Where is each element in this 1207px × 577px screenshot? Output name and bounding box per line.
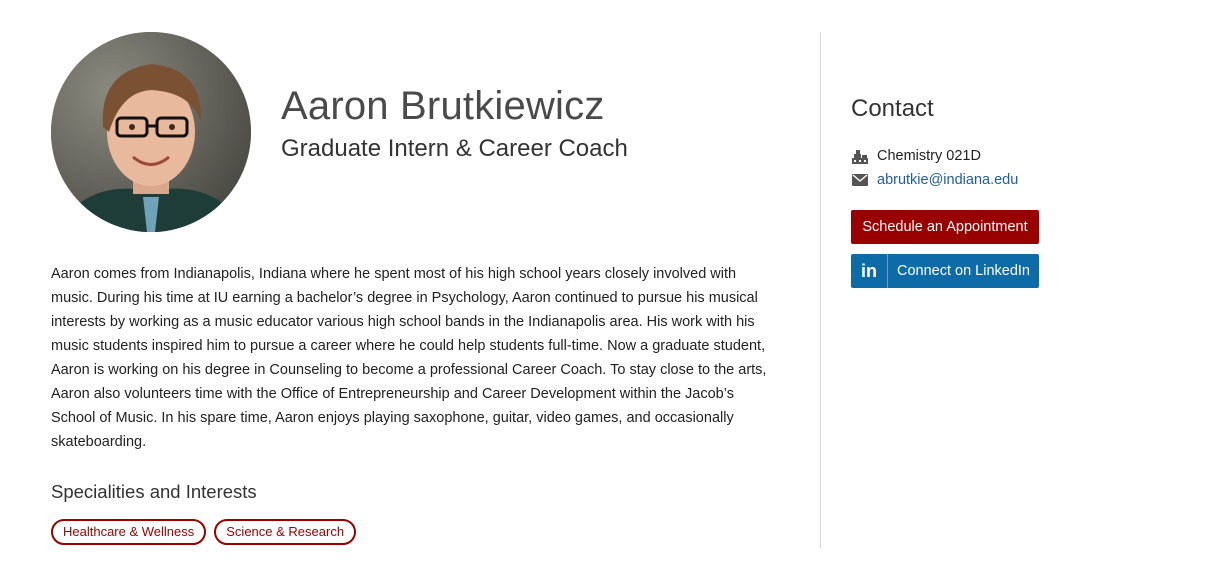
profile-main: Aaron Brutkiewicz Graduate Intern & Care… xyxy=(51,32,781,546)
person-title: Graduate Intern & Career Coach xyxy=(281,135,628,162)
connect-linkedin-button[interactable]: in Connect on LinkedIn xyxy=(851,254,1039,288)
contact-location-row: Chemistry 021D xyxy=(851,144,1151,168)
contact-sidebar: Contact Chemistry 021D abrutkie@indiana.… xyxy=(851,92,1151,288)
contact-list: Chemistry 021D abrutkie@indiana.edu xyxy=(851,144,1151,192)
profile-header: Aaron Brutkiewicz Graduate Intern & Care… xyxy=(51,32,781,232)
contact-heading: Contact xyxy=(851,95,934,122)
interests-heading: Specialities and Interests xyxy=(51,481,257,502)
envelope-icon xyxy=(851,172,868,188)
tag-healthcare-wellness[interactable]: Healthcare & Wellness xyxy=(51,519,207,546)
contact-email-row: abrutkie@indiana.edu xyxy=(851,168,1151,192)
linkedin-label: Connect on LinkedIn xyxy=(896,263,1030,279)
bio-text: Aaron comes from Indianapolis, Indiana w… xyxy=(51,266,767,450)
tag-science-research[interactable]: Science & Research xyxy=(214,519,357,546)
name-block: Aaron Brutkiewicz Graduate Intern & Care… xyxy=(281,82,628,164)
linkedin-icon: in xyxy=(851,254,888,288)
building-icon xyxy=(851,148,868,164)
schedule-appointment-button[interactable]: Schedule an Appointment xyxy=(851,210,1039,244)
avatar xyxy=(51,32,251,232)
profile-page: Aaron Brutkiewicz Graduate Intern & Care… xyxy=(0,0,1207,577)
profile-photo xyxy=(51,32,251,232)
email-link[interactable]: abrutkie@indiana.edu xyxy=(877,172,1018,188)
person-name: Aaron Brutkiewicz xyxy=(281,84,605,128)
location-text: Chemistry 021D xyxy=(877,148,981,164)
interest-tags: Healthcare & Wellness Science & Research xyxy=(51,519,781,546)
column-divider xyxy=(820,32,821,548)
